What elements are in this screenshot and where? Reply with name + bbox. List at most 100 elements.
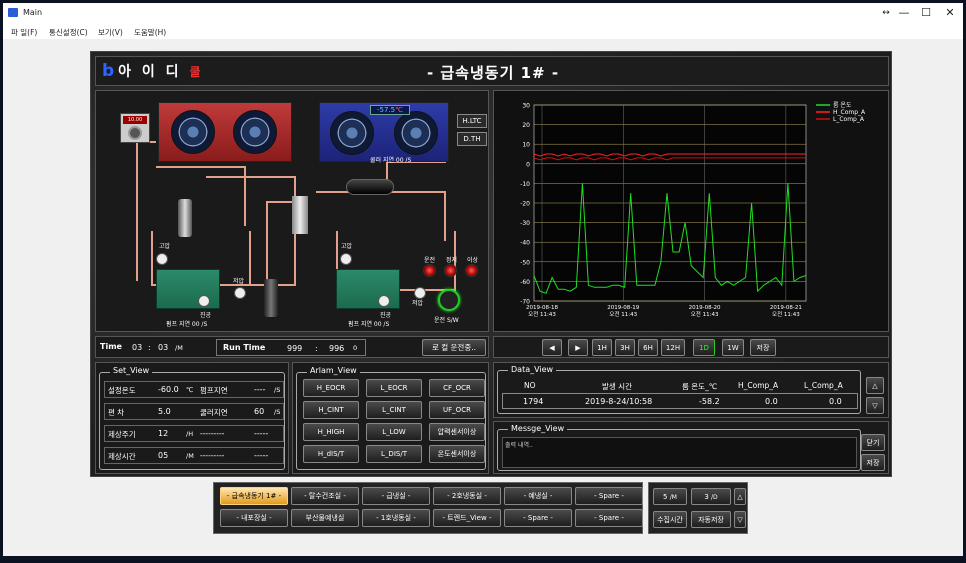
range-1d-button[interactable]: 1D: [693, 339, 715, 356]
data-view-title: Data_View: [508, 365, 557, 374]
dth-button[interactable]: D.TH: [457, 132, 487, 146]
runtime-a: 999: [287, 344, 303, 353]
heat-exchanger: [292, 196, 308, 234]
local-run-status-button[interactable]: 로 컬 운전중..: [422, 339, 486, 356]
low-pressure-gauge-icon: [234, 287, 246, 299]
dial-icon: [128, 126, 142, 140]
alarm-h-cint-button[interactable]: H_CINT: [303, 401, 359, 419]
station-nav-button[interactable]: - 트렌드_View -: [433, 509, 501, 527]
title-bar: Main ↔ — ☐ ✕: [3, 3, 963, 23]
runtime-label: Run Time: [223, 343, 266, 352]
set-row-value2[interactable]: -----: [254, 451, 268, 460]
y-tick-label: 30: [522, 103, 530, 110]
message-log[interactable]: 출력 내역..: [502, 437, 857, 468]
set-row-value2[interactable]: ----: [254, 385, 266, 394]
set-row-label2: ---------: [200, 451, 225, 460]
run-switch-label: 운전 S/W: [434, 317, 459, 324]
set-row-value2[interactable]: -----: [254, 429, 268, 438]
set-row-value[interactable]: 5.0: [158, 407, 171, 416]
collect-settings-panel: 5 /M 3 /D △ 수집시간 자동저장 ▽: [648, 482, 748, 534]
condenser-unit: [158, 102, 292, 162]
cooler-delay-label: 쿨러 지연 00 /S: [370, 157, 412, 164]
auto-save-button[interactable]: 자동저장: [691, 511, 731, 528]
scroll-down-button[interactable]: ▽: [866, 397, 884, 414]
set-row-label: 편 차: [108, 408, 125, 417]
close-button[interactable]: ✕: [937, 5, 963, 21]
set-row-unit: /M: [186, 452, 194, 460]
maximize-button[interactable]: ☐: [913, 5, 939, 21]
set-row-value2[interactable]: 60: [254, 407, 264, 416]
menu-help[interactable]: 도움말(H): [134, 27, 166, 38]
range-1h-button[interactable]: 1H: [592, 339, 612, 356]
left-pump-delay-label: 펌프 지연 00 /S: [166, 321, 208, 328]
right-low-label: 저압: [412, 300, 424, 307]
table-row[interactable]: 1794 2019-8-24/10:58 -58.2 0.0 0.0: [502, 393, 858, 409]
alarm---button[interactable]: 온도센서이상: [429, 445, 485, 463]
set-row-value[interactable]: -60.0: [158, 385, 179, 394]
left-low-label: 저압: [233, 278, 245, 285]
alarm---button[interactable]: 압력센서이상: [429, 423, 485, 441]
right-high-label: 고압: [341, 243, 353, 250]
range-1w-button[interactable]: 1W: [722, 339, 744, 356]
alarm-h-eocr-button[interactable]: H_EOCR: [303, 379, 359, 397]
set-row-value[interactable]: 05: [158, 451, 168, 460]
station-nav-button[interactable]: - Spare -: [504, 509, 572, 527]
station-nav-button[interactable]: - 내포장실 -: [220, 509, 288, 527]
alarm-h-dis-t-button[interactable]: H_dIS/T: [303, 445, 359, 463]
stop-led-icon: [444, 264, 457, 277]
collect-up-button[interactable]: △: [734, 488, 746, 505]
y-tick-label: -60: [520, 279, 530, 286]
alarm-cf-ocr-button[interactable]: CF_OCR: [429, 379, 485, 397]
station-nav-button[interactable]: 부산물예냉실: [291, 509, 359, 527]
station-nav-button[interactable]: - 예냉실 -: [504, 487, 572, 505]
alarm-h-high-button[interactable]: H_HIGH: [303, 423, 359, 441]
range-12h-button[interactable]: 12H: [661, 339, 685, 356]
station-nav-button[interactable]: - Spare -: [575, 487, 643, 505]
y-tick-label: -20: [520, 201, 530, 208]
station-nav-button[interactable]: - 탈수건조실 -: [291, 487, 359, 505]
range-3h-button[interactable]: 3H: [615, 339, 635, 356]
menu-view[interactable]: 보기(V): [98, 27, 123, 38]
refrigeration-diagram: 10.00 -57.5℃ 쿨러 지연 00 /S H.LTC D.TH 고압 저…: [95, 90, 489, 332]
x-tick-label: 2019-08-19: [607, 305, 639, 311]
app-icon: [8, 8, 18, 17]
station-nav-button[interactable]: - 급속냉동기 1# -: [220, 487, 288, 505]
station-nav-button[interactable]: - 1호냉동실 -: [362, 509, 430, 527]
collect-minutes-field[interactable]: 5 /M: [653, 488, 687, 505]
station-nav-button[interactable]: - Spare -: [575, 509, 643, 527]
window-title: Main: [23, 8, 43, 17]
alarm-l-cint-button[interactable]: L_CINT: [366, 401, 422, 419]
run-switch[interactable]: [438, 289, 460, 311]
alarm-uf-ocr-button[interactable]: UF_OCR: [429, 401, 485, 419]
save-button[interactable]: 저장: [750, 339, 776, 356]
prev-button[interactable]: ◀: [542, 339, 562, 356]
alarm-l-dis-t-button[interactable]: L_DIS/T: [366, 445, 422, 463]
collect-days-field[interactable]: 3 /D: [691, 488, 731, 505]
alarm-l-low-button[interactable]: L_LOW: [366, 423, 422, 441]
collect-time-button[interactable]: 수집시간: [653, 511, 687, 528]
hltc-button[interactable]: H.LTC: [457, 114, 487, 128]
set-row-value[interactable]: 12: [158, 429, 168, 438]
range-6h-button[interactable]: 6H: [638, 339, 658, 356]
next-button[interactable]: ▶: [568, 339, 588, 356]
alarm-l-eocr-button[interactable]: L_EOCR: [366, 379, 422, 397]
right-compressor: [336, 269, 400, 309]
message-close-button[interactable]: 닫기: [861, 434, 885, 451]
scroll-up-button[interactable]: △: [866, 377, 884, 394]
fan-icon: [330, 111, 374, 155]
station-nav-button[interactable]: - 2호냉동실 -: [433, 487, 501, 505]
scada-panel: b아 이 디 쿨 - 급속냉동기 1# - 10.00 -57.5℃ 쿨러 지연…: [90, 51, 892, 477]
message-save-button[interactable]: 저장: [861, 454, 885, 471]
station-nav-button[interactable]: - 급냉실 -: [362, 487, 430, 505]
message-view-panel: Messge_View 출력 내역.. 닫기 저장: [493, 421, 889, 474]
x-tick-label: 2019-08-21: [770, 305, 802, 311]
collect-down-button[interactable]: ▽: [734, 511, 746, 528]
fan-icon: [233, 110, 277, 154]
legend-label: L_Comp_A: [833, 116, 865, 123]
set-row-unit: /H: [186, 430, 194, 438]
y-tick-label: -30: [520, 220, 530, 227]
menu-file[interactable]: 파 일(F): [11, 27, 37, 38]
runtime-c: 0: [353, 344, 358, 352]
menu-comm-settings[interactable]: 통신설정(C): [49, 27, 88, 38]
evaporator-unit: -57.5℃ 쿨러 지연 00 /S: [319, 102, 449, 164]
